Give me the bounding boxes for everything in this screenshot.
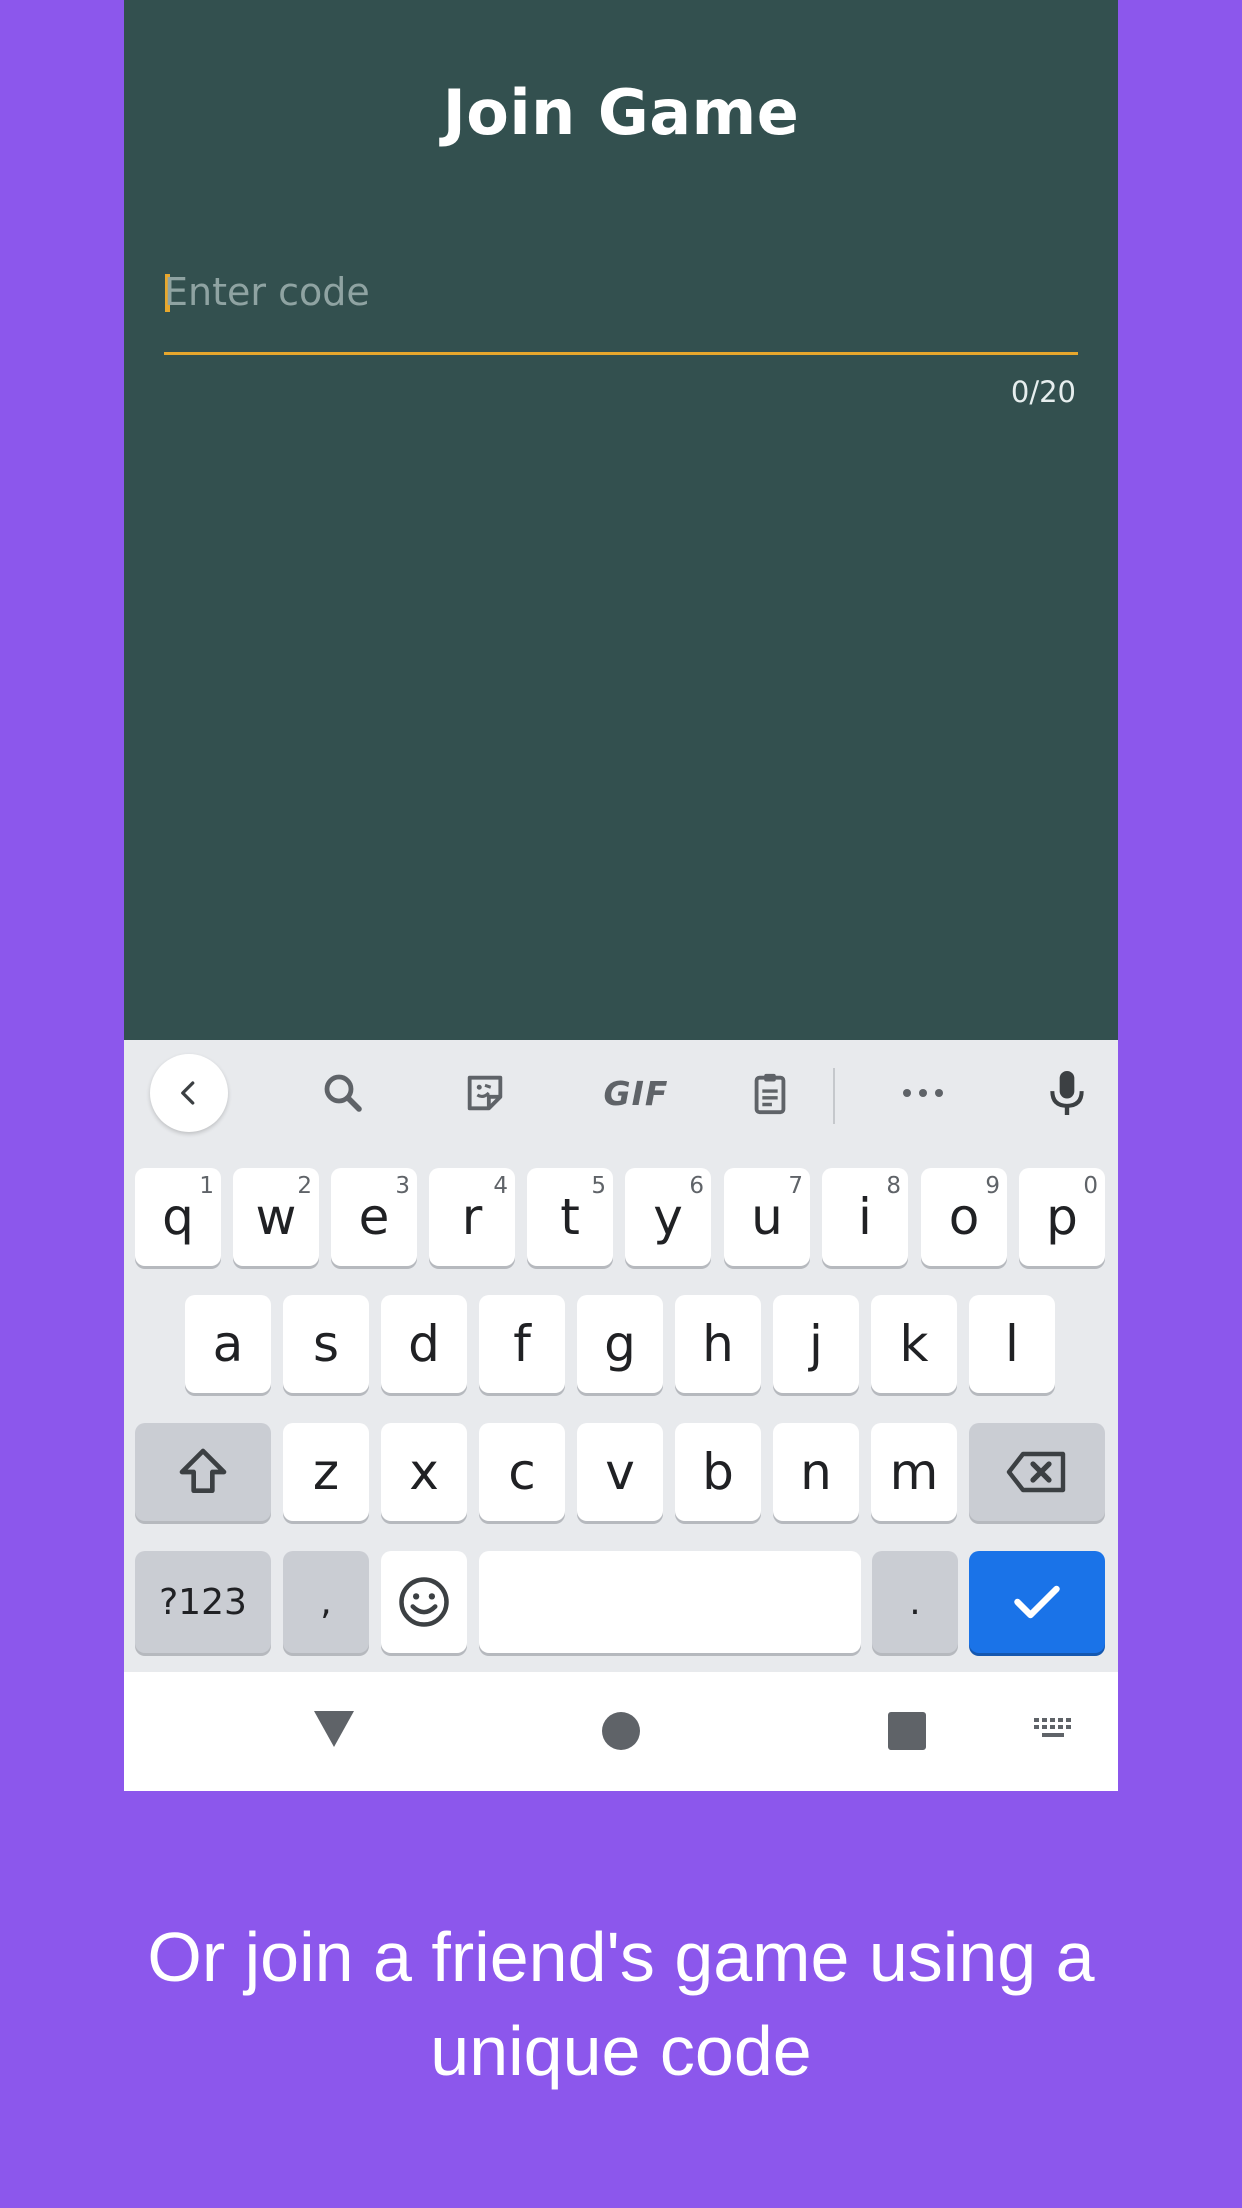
- key-l[interactable]: l: [969, 1295, 1055, 1393]
- key-r[interactable]: r4: [429, 1168, 515, 1266]
- key-v[interactable]: v: [577, 1423, 663, 1521]
- emoji-icon: [399, 1577, 449, 1627]
- symbols-key[interactable]: ?123: [135, 1551, 271, 1653]
- soft-keyboard: GIF q1 w2 e3 r4 t5 y6 u7 i8 o9 p0 a s d …: [124, 1040, 1118, 1672]
- key-g[interactable]: g: [577, 1295, 663, 1393]
- clipboard-icon[interactable]: [731, 1054, 809, 1132]
- mic-icon[interactable]: [1028, 1054, 1106, 1132]
- app-screen: Join Game 0/20 GIF: [124, 0, 1118, 1791]
- key-y[interactable]: y6: [625, 1168, 711, 1266]
- key-n[interactable]: n: [773, 1423, 859, 1521]
- page-title: Join Game: [442, 76, 800, 149]
- emoji-key[interactable]: [381, 1551, 467, 1653]
- search-icon[interactable]: [304, 1054, 382, 1132]
- key-a[interactable]: a: [185, 1295, 271, 1393]
- recents-square-icon[interactable]: [884, 1708, 930, 1754]
- key-z[interactable]: z: [283, 1423, 369, 1521]
- key-k[interactable]: k: [871, 1295, 957, 1393]
- system-navigation-bar: [124, 1672, 1118, 1791]
- keyboard-toolbar: GIF: [124, 1040, 1118, 1150]
- more-icon[interactable]: [884, 1054, 962, 1132]
- key-p[interactable]: p0: [1019, 1168, 1105, 1266]
- key-c[interactable]: c: [479, 1423, 565, 1521]
- key-w[interactable]: w2: [233, 1168, 319, 1266]
- backspace-icon: [1006, 1451, 1066, 1493]
- sticker-icon[interactable]: [446, 1054, 524, 1132]
- promo-caption: Or join a friend's game using a unique c…: [0, 1910, 1242, 2098]
- key-x[interactable]: x: [381, 1423, 467, 1521]
- gif-button[interactable]: GIF: [586, 1054, 686, 1132]
- toolbar-divider: [833, 1068, 835, 1124]
- key-i[interactable]: i8: [822, 1168, 908, 1266]
- backspace-key[interactable]: [969, 1423, 1105, 1521]
- period-key[interactable]: .: [872, 1551, 958, 1653]
- key-o[interactable]: o9: [921, 1168, 1007, 1266]
- checkmark-icon: [1014, 1585, 1060, 1619]
- home-circle-icon[interactable]: [598, 1708, 644, 1754]
- code-field[interactable]: [164, 250, 1078, 355]
- key-j[interactable]: j: [773, 1295, 859, 1393]
- key-m[interactable]: m: [871, 1423, 957, 1521]
- character-counter: 0/20: [1010, 375, 1076, 409]
- comma-key[interactable]: ,: [283, 1551, 369, 1653]
- space-key[interactable]: [479, 1551, 861, 1653]
- key-t[interactable]: t5: [527, 1168, 613, 1266]
- key-d[interactable]: d: [381, 1295, 467, 1393]
- keyboard-switch-icon[interactable]: [1030, 1714, 1076, 1744]
- shift-key[interactable]: [135, 1423, 271, 1521]
- key-h[interactable]: h: [675, 1295, 761, 1393]
- shift-icon: [179, 1448, 227, 1493]
- enter-key[interactable]: [969, 1551, 1105, 1653]
- key-b[interactable]: b: [675, 1423, 761, 1521]
- key-q[interactable]: q1: [135, 1168, 221, 1266]
- back-triangle-icon[interactable]: [310, 1706, 358, 1752]
- key-f[interactable]: f: [479, 1295, 565, 1393]
- caption-line-2: unique code: [430, 2012, 812, 2090]
- code-input[interactable]: [164, 262, 1078, 322]
- back-icon[interactable]: [150, 1054, 228, 1132]
- key-u[interactable]: u7: [724, 1168, 810, 1266]
- caption-line-1: Or join a friend's game using a: [147, 1918, 1095, 1996]
- key-e[interactable]: e3: [331, 1168, 417, 1266]
- key-s[interactable]: s: [283, 1295, 369, 1393]
- gif-label: GIF: [603, 1073, 669, 1113]
